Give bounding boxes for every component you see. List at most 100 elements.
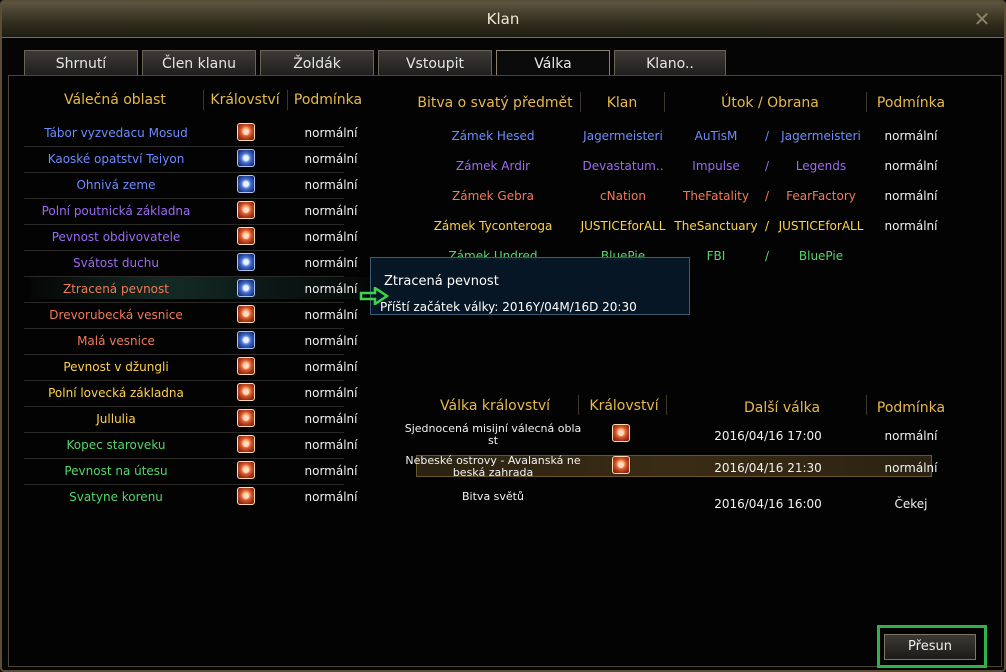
war-area-condition: normální — [304, 334, 358, 348]
war-area-name[interactable]: Svátost duchu — [28, 256, 204, 270]
war-area-name[interactable]: Polní poutnická základna — [28, 204, 204, 218]
tab-war[interactable]: Válka — [496, 50, 610, 76]
lion-emblem-icon — [237, 227, 255, 245]
lion-emblem-icon — [612, 456, 630, 474]
kingdom-war-date: 2016/04/16 21:30 — [714, 461, 822, 475]
battle-clan: JUSTICEforALL — [580, 219, 666, 233]
battle-attacker: TheSanctuary — [674, 219, 758, 233]
battle-slash: / — [764, 129, 770, 143]
row-divider — [24, 224, 344, 225]
close-icon[interactable]: ✕ — [972, 9, 992, 29]
battle-castle: Zámek Ardir — [455, 159, 531, 173]
war-area-name[interactable]: Polní lovecká základna — [28, 386, 204, 400]
battle-slash: / — [764, 249, 770, 263]
header-separator — [664, 92, 665, 112]
kingdom-war-name[interactable]: Sjednocená misijní válecná obla st — [400, 423, 586, 447]
war-area-condition: normální — [304, 152, 358, 166]
kingdom-war-condition: normální — [884, 429, 938, 443]
battle-attacker: Impulse — [692, 159, 740, 173]
battle-defender: FearFactory — [786, 189, 856, 203]
header-separator — [580, 92, 581, 112]
war-area-condition: normální — [304, 308, 358, 322]
tab-summary[interactable]: Shrnutí — [24, 50, 138, 76]
war-area-condition: normální — [304, 230, 358, 244]
row-divider — [24, 484, 344, 485]
yin-yang-emblem-icon — [237, 149, 255, 167]
title-bar[interactable]: Klan ✕ — [2, 2, 1004, 38]
lion-emblem-icon — [237, 383, 255, 401]
war-area-name[interactable]: Ztracená pevnost — [28, 282, 204, 296]
war-area-condition: normální — [304, 126, 358, 140]
kingdom-war-date: 2016/04/16 16:00 — [714, 497, 822, 511]
header-separator — [287, 90, 288, 110]
lion-emblem-icon — [237, 123, 255, 141]
kingdom-war-condition: Čekej — [894, 497, 928, 511]
header-separator — [666, 395, 667, 415]
battle-defender: Jagermeisteri — [781, 129, 861, 143]
war-area-name[interactable]: Pevnost obdivovatele — [28, 230, 204, 244]
row-divider — [24, 458, 344, 459]
battle-defender: JUSTICEforALL — [778, 219, 864, 233]
war-area-name[interactable]: Tábor vyzvedacu Mosud — [28, 126, 204, 140]
lion-emblem-icon — [237, 305, 255, 323]
kingdom-war-date: 2016/04/16 17:00 — [714, 429, 822, 443]
battle-slash: / — [764, 159, 770, 173]
lion-emblem-icon — [237, 435, 255, 453]
battle-clan: Devastatum.. — [582, 159, 664, 173]
move-button[interactable]: Přesun — [884, 634, 976, 660]
header-separator — [866, 92, 867, 112]
lion-emblem-icon — [612, 424, 630, 442]
header-condition-battle: Podmínka — [876, 95, 946, 111]
war-area-name[interactable]: Kopec staroveku — [28, 438, 204, 452]
tab-clan-member[interactable]: Člen klanu — [142, 50, 256, 76]
row-divider — [24, 250, 344, 251]
header-kingdom: Království — [210, 92, 280, 108]
war-area-condition: normální — [304, 204, 358, 218]
battle-condition: normální — [884, 129, 938, 143]
row-divider — [24, 198, 344, 199]
battle-slash: / — [764, 189, 770, 203]
header-separator — [866, 395, 867, 415]
battle-condition: normální — [884, 159, 938, 173]
row-divider — [24, 406, 344, 407]
header-kingdom-war: Válka království — [440, 398, 550, 414]
header-war-area: Válečná oblast — [64, 92, 166, 108]
row-divider — [24, 276, 344, 277]
yin-yang-emblem-icon — [237, 279, 255, 297]
lion-emblem-icon — [237, 461, 255, 479]
war-area-name[interactable]: Malá vesnice — [28, 334, 204, 348]
row-divider — [24, 432, 344, 433]
battle-clan: cNation — [600, 189, 646, 203]
war-area-name[interactable]: Svatyne korenu — [28, 490, 204, 504]
kingdom-war-condition: normální — [884, 461, 938, 475]
kingdom-war-name[interactable]: Bitva světů — [400, 491, 586, 503]
kingdom-war-name-line2: beská zahrada — [452, 466, 534, 479]
war-area-condition: normální — [304, 360, 358, 374]
tooltip-next-war: Příští začátek války: 2016Y/04M/16D 20:3… — [380, 300, 637, 314]
war-area-name[interactable]: Kaoské opatství Teiyon — [28, 152, 204, 166]
tab-mercenary[interactable]: Žoldák — [260, 50, 374, 76]
kingdom-war-name-line2: st — [487, 434, 499, 447]
war-area-condition: normální — [304, 464, 358, 478]
battle-slash: / — [764, 219, 770, 233]
header-condition-kingdom: Podmínka — [876, 400, 946, 416]
war-area-name[interactable]: Pevnost na útesu — [28, 464, 204, 478]
war-area-name[interactable]: Drevorubecká vesnice — [28, 308, 204, 322]
battle-castle: Zámek Gebra — [452, 189, 534, 203]
battle-castle: Zámek Hesed — [451, 129, 535, 143]
battle-castle: Zámek Tyconteroga — [433, 219, 553, 233]
battle-condition: normální — [884, 219, 938, 233]
kingdom-war-name[interactable]: Nebeské ostrovy - Avalanská ne beská zahr… — [400, 455, 586, 479]
war-area-condition: normální — [304, 438, 358, 452]
battle-defender: Legends — [795, 159, 847, 173]
war-area-name[interactable]: Pevnost v džungli — [28, 360, 204, 374]
war-area-name[interactable]: Ohnivá zeme — [28, 178, 204, 192]
header-separator — [203, 90, 204, 110]
lion-emblem-icon — [237, 487, 255, 505]
row-divider — [24, 380, 344, 381]
tab-clan-more[interactable]: Klano.. — [614, 50, 726, 76]
war-area-condition: normální — [304, 256, 358, 270]
battle-attacker: TheFatality — [682, 189, 749, 203]
war-area-name[interactable]: Jullulia — [28, 412, 204, 426]
tab-join[interactable]: Vstoupit — [378, 50, 492, 76]
